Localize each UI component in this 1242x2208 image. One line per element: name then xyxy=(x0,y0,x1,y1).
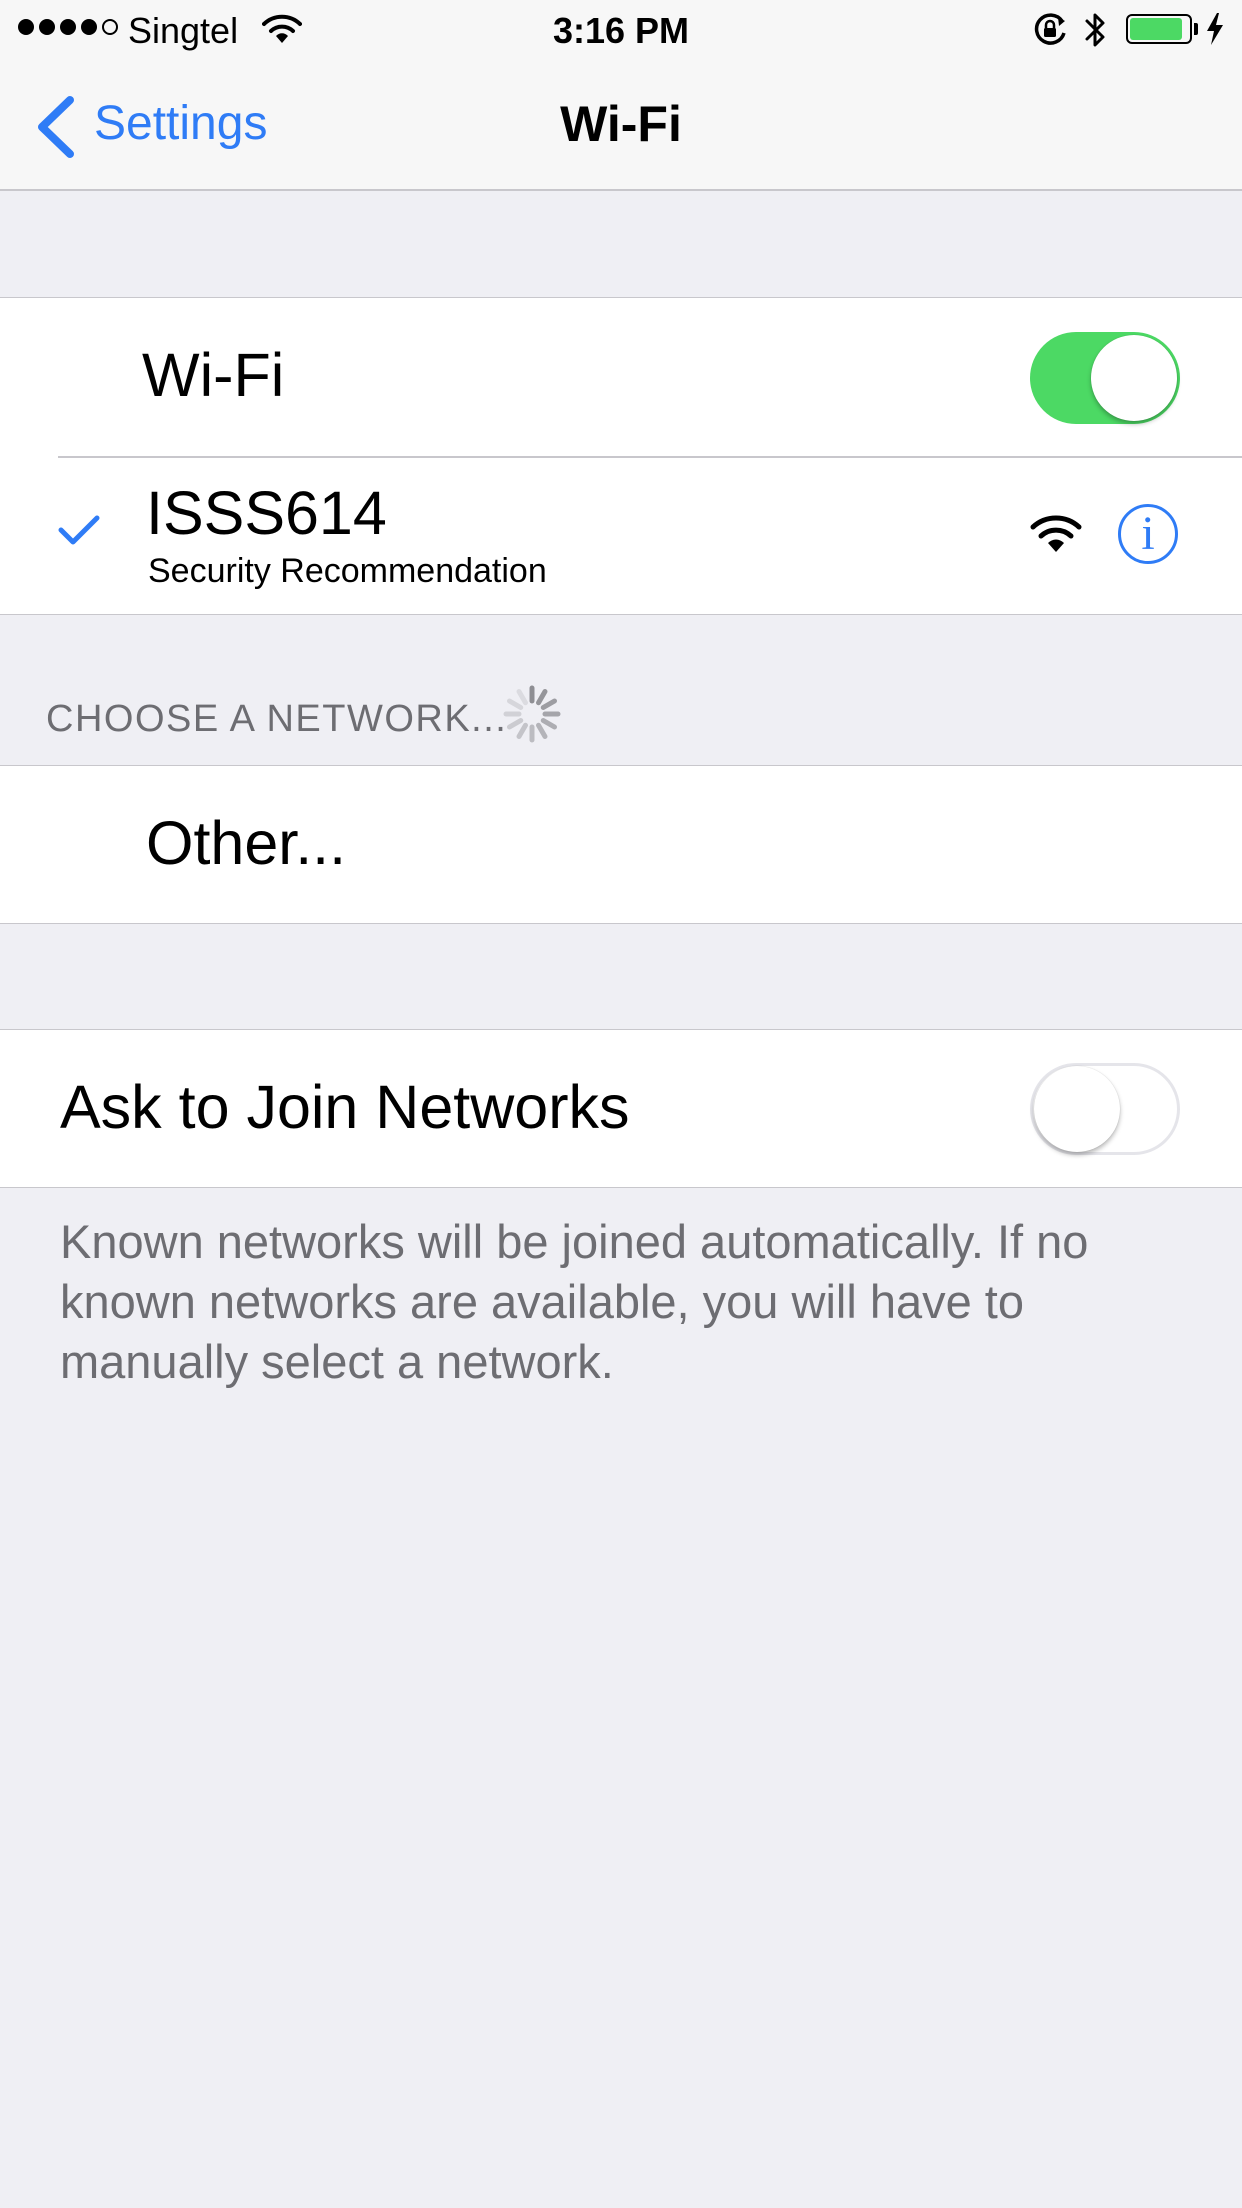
bluetooth-icon xyxy=(1085,13,1105,47)
toggle-knob xyxy=(1034,1066,1120,1152)
info-icon[interactable]: i xyxy=(1118,504,1178,564)
ask-join-footer: Known networks will be joined automatica… xyxy=(60,1215,1089,1388)
section-header: CHOOSE A NETWORK... xyxy=(46,698,508,740)
battery-icon xyxy=(1126,14,1192,44)
wifi-signal-icon xyxy=(1030,515,1082,552)
ask-join-toggle[interactable] xyxy=(1030,1063,1180,1155)
other-network-row[interactable]: Other... xyxy=(0,765,1242,924)
wifi-toggle[interactable] xyxy=(1030,332,1180,424)
network-subtitle: Security Recommendation xyxy=(148,552,547,590)
navigation-bar: Settings Wi-Fi xyxy=(0,60,1242,191)
other-network-label: Other... xyxy=(146,809,347,877)
wifi-toggle-label: Wi-Fi xyxy=(142,341,285,409)
ask-join-label: Ask to Join Networks xyxy=(60,1073,630,1141)
loading-spinner-icon xyxy=(503,685,561,743)
charging-bolt-icon xyxy=(1207,13,1223,45)
network-name: ISSS614 xyxy=(146,479,387,547)
page-title: Wi-Fi xyxy=(560,96,682,152)
connected-network-row[interactable]: ISSS614 Security Recommendation i xyxy=(0,458,1242,613)
ask-join-group: Ask to Join Networks xyxy=(0,1029,1242,1188)
battery-level xyxy=(1130,18,1183,40)
status-bar: Singtel 3:16 PM xyxy=(0,0,1242,60)
battery-nub xyxy=(1194,23,1198,35)
lock-rotation-icon xyxy=(1034,13,1066,45)
checkmark-icon xyxy=(58,515,100,545)
wifi-group: Wi-Fi ISSS614 Security Recommendation i xyxy=(0,297,1242,615)
toggle-knob xyxy=(1091,335,1177,421)
